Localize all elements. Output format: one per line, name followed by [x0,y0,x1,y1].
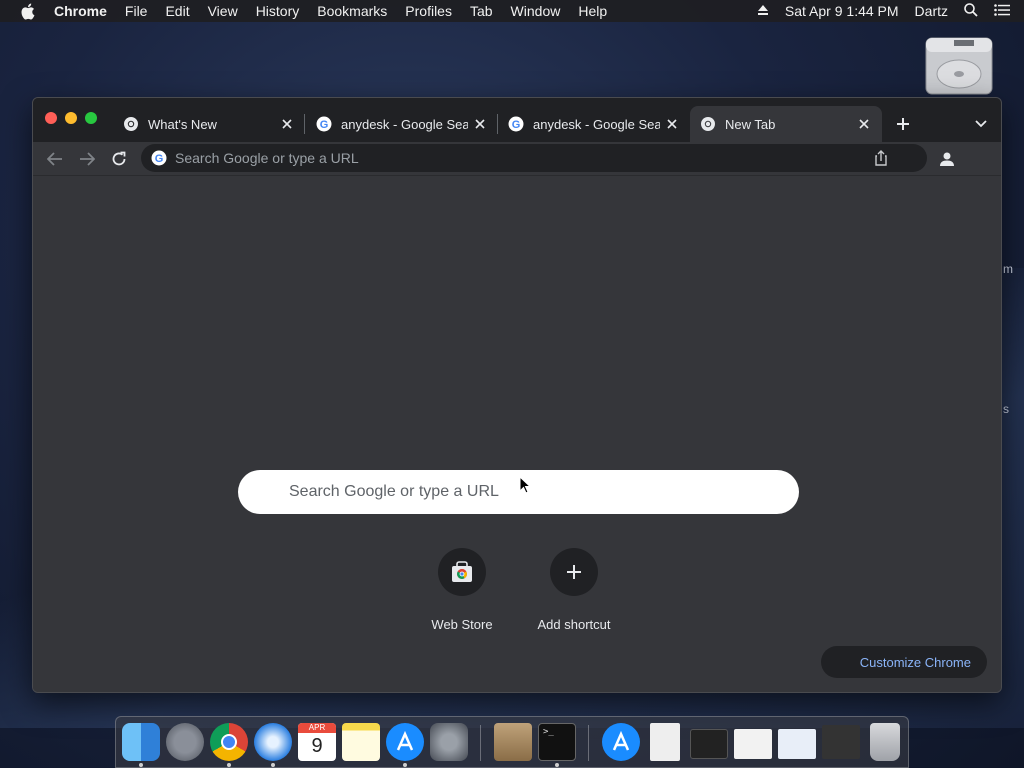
desktop-edge-text-s: s [1003,402,1009,416]
apple-menu-icon[interactable] [20,0,38,22]
web-store-icon [438,548,486,596]
svg-text:G: G [320,119,329,131]
chrome-icon[interactable] [210,723,248,761]
omnibox-placeholder: Search Google or type a URL [175,150,359,166]
google-g-icon: G [151,150,167,166]
menu-profiles[interactable]: Profiles [405,3,452,19]
plus-icon [550,548,598,596]
menu-help[interactable]: Help [578,3,607,19]
tab-anydesk-2[interactable]: G anydesk - Google Search [498,106,690,142]
svg-text:G: G [155,153,164,165]
menu-bar: Chrome File Edit View History Bookmarks … [0,0,1024,22]
calendar-day: 9 [311,735,323,757]
minimize-window-button[interactable] [65,112,77,124]
chrome-window: What's New G anydesk - Google Search G a… [32,97,1002,693]
tab-anydesk-1[interactable]: G anydesk - Google Search [306,106,498,142]
archive-utility-icon[interactable] [494,723,532,761]
app-store-downloads-icon[interactable] [602,723,640,761]
tab-title: New Tab [725,116,776,132]
finder-icon[interactable] [122,723,160,761]
desktop-edge-text-m: m [1003,262,1013,276]
dock-separator [588,725,589,761]
running-indicator [271,763,275,767]
shortcut-label: Web Store [431,617,493,632]
profile-button[interactable] [935,147,959,171]
tab-new-tab[interactable]: New Tab [690,106,882,142]
chrome-favicon-icon [700,116,716,132]
trash-icon[interactable] [870,723,900,761]
running-indicator [227,763,231,767]
window-preview-3-icon[interactable] [822,725,860,759]
document-icon[interactable] [650,723,680,761]
menu-tab[interactable]: Tab [470,3,493,19]
running-indicator [403,763,407,767]
close-tab-icon[interactable] [279,116,295,132]
back-button[interactable] [43,147,67,171]
tab-title: anydesk - Google Search [341,116,468,132]
system-preferences-icon[interactable] [430,723,468,761]
shortcut-add[interactable]: Add shortcut [518,548,630,632]
new-tab-page: Search Google or type a URL Web Store Ad… [33,176,1001,692]
menu-file[interactable]: File [125,3,148,19]
menu-edit[interactable]: Edit [165,3,189,19]
running-indicator [139,763,143,767]
toolbar: G Search Google or type a URL [33,142,1001,176]
dock-separator [480,725,481,761]
menubar-clock[interactable]: Sat Apr 9 1:44 PM [785,3,899,19]
shortcut-label: Add shortcut [537,617,611,632]
forward-arrow-icon [80,152,95,166]
close-tab-icon[interactable] [856,116,872,132]
omnibox[interactable]: G Search Google or type a URL [141,144,927,172]
window-preview-2-icon[interactable] [778,729,816,759]
dock: APR 9 >_ [115,716,909,768]
menu-history[interactable]: History [256,3,300,19]
menubar-user[interactable]: Dartz [915,3,948,19]
zoom-window-button[interactable] [85,112,97,124]
tab-strip: What's New G anydesk - Google Search G a… [33,98,1001,142]
mouse-cursor-icon [519,475,532,494]
tab-search-button[interactable] [969,112,993,136]
reload-button[interactable] [107,147,131,171]
shortcut-web-store[interactable]: Web Store [406,548,518,632]
window-preview-1-icon[interactable] [734,729,772,759]
new-tab-button[interactable] [891,112,915,136]
spotlight-search-icon[interactable] [964,2,978,20]
screen-preview-icon[interactable] [690,729,728,759]
forward-button[interactable] [75,147,99,171]
tab-title: anydesk - Google Search [533,116,660,132]
app-store-icon[interactable] [386,723,424,761]
back-arrow-icon [47,152,62,166]
google-favicon-icon: G [316,116,332,132]
launchpad-icon[interactable] [166,723,204,761]
chrome-favicon-icon [123,116,139,132]
ntp-search-placeholder: Search Google or type a URL [289,483,499,500]
menu-app-name[interactable]: Chrome [54,3,107,19]
tab-title: What's New [148,116,217,132]
share-icon[interactable] [873,150,889,166]
calendar-icon[interactable]: APR 9 [298,723,336,761]
menu-window[interactable]: Window [511,3,561,19]
reload-icon [112,151,126,166]
close-tab-icon[interactable] [664,116,680,132]
calendar-month: APR [298,723,336,733]
menu-view[interactable]: View [208,3,238,19]
hard-drive-icon[interactable] [924,34,994,96]
menu-bookmarks[interactable]: Bookmarks [317,3,387,19]
eject-icon[interactable] [757,3,769,19]
google-favicon-icon: G [508,116,524,132]
terminal-icon[interactable]: >_ [538,723,576,761]
tab-separator [304,114,305,134]
customize-chrome-button[interactable]: Customize Chrome [821,646,987,678]
notes-icon[interactable] [342,723,380,761]
chevron-down-icon [975,120,987,128]
svg-text:G: G [512,119,521,131]
running-indicator [555,763,559,767]
safari-icon[interactable] [254,723,292,761]
person-icon [940,152,954,166]
plus-icon [897,118,909,130]
notification-center-icon[interactable] [994,3,1010,19]
close-tab-icon[interactable] [472,116,488,132]
close-window-button[interactable] [45,112,57,124]
tab-whats-new[interactable]: What's New [113,106,305,142]
